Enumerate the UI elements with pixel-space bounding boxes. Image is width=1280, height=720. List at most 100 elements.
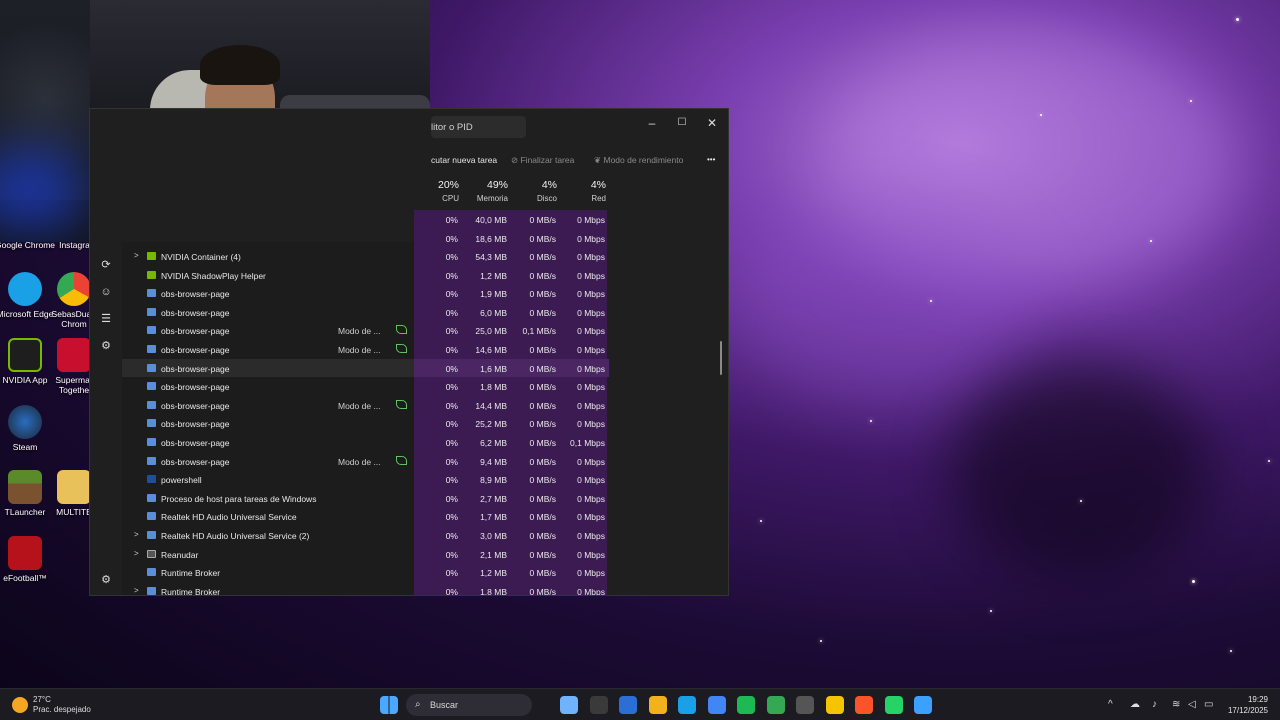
process-row[interactable]: obs-browser-page Modo de ... [122,340,414,359]
process-row[interactable]: obs-browser-page [122,284,414,303]
process-row[interactable]: NVIDIA ShadowPlay Helper [122,266,414,285]
network-value: 0 Mbps [577,326,605,337]
desktop-icon-steam[interactable]: Steam [0,405,55,452]
process-row[interactable]: obs-browser-page [122,303,414,322]
table-row[interactable]: 0% 18,6 MB 0 MB/s 0 Mbps [414,229,609,248]
chevron-right-icon[interactable]: > [134,586,139,595]
table-row[interactable]: 0% 3,0 MB 0 MB/s 0 Mbps [414,526,609,545]
desktop-icon-chrome[interactable]: Google Chrome [0,240,55,250]
taskbar-app-icon[interactable] [766,696,785,714]
table-row[interactable]: 0% 1,2 MB 0 MB/s 0 Mbps [414,266,609,285]
start-button[interactable] [380,696,398,714]
table-row[interactable]: 0% 1,6 MB 0 MB/s 0 Mbps [414,358,609,378]
table-row[interactable]: 0% 2,1 MB 0 MB/s 0 Mbps [414,545,609,564]
table-row[interactable]: 0% 1,2 MB 0 MB/s 0 Mbps [414,563,609,582]
network-value: 0 Mbps [577,363,605,374]
table-row[interactable]: 0% 1,8 MB 0 MB/s 0 Mbps [414,377,609,396]
weather-desc: Prac. despejado [33,705,91,714]
process-row[interactable]: Realtek HD Audio Universal Service [122,507,414,526]
minimize-button[interactable]: – [637,113,667,133]
taskbar-app-icon[interactable] [914,696,932,714]
process-row[interactable]: > Realtek HD Audio Universal Service (2) [122,526,414,545]
table-row[interactable]: 0% 9,4 MB 0 MB/s 0 Mbps [414,452,609,471]
process-row[interactable]: Runtime Broker [122,563,414,582]
process-row[interactable]: > NVIDIA Container (4) [122,247,414,266]
close-button[interactable]: ✕ [697,113,727,133]
chevron-up-icon[interactable]: ^ [1108,699,1113,710]
table-row[interactable]: 0% 40,0 MB 0 MB/s 0 Mbps [414,210,609,229]
cloud-icon[interactable]: ☁ [1130,699,1140,710]
maximize-button[interactable]: ☐ [667,113,697,133]
taskbar-app-icon[interactable] [678,696,696,714]
table-row[interactable]: 0% 25,2 MB 0 MB/s 0 Mbps [414,414,609,433]
taskbar-app-icon[interactable] [737,696,755,714]
services-icon[interactable]: ⚙ [100,340,112,352]
taskbar-app-icon[interactable] [855,696,873,714]
microphone-icon[interactable]: ♪ [1152,699,1157,710]
volume-icon[interactable]: ◁ [1188,699,1196,710]
table-row[interactable]: 0% 14,6 MB 0 MB/s 0 Mbps [414,340,609,359]
process-row[interactable]: obs-browser-page Modo de ... [122,452,414,471]
cpu-value: 0% [445,531,458,541]
table-row[interactable]: 0% 54,3 MB 0 MB/s 0 Mbps [414,247,609,266]
more-options-button[interactable]: ••• [707,155,715,164]
taskbar-app-icon[interactable] [648,696,667,714]
column-network[interactable]: 4% Red [571,179,606,203]
search-input[interactable]: litor o PID [431,116,526,138]
desktop-icon-efootball[interactable]: eFootball™ [0,536,55,583]
memory-value: 1,2 MB [480,568,507,579]
process-row[interactable]: obs-browser-page [122,414,414,433]
run-new-task-button[interactable]: cutar nueva tarea [431,155,497,165]
wifi-icon[interactable]: ≋ [1172,699,1180,710]
taskbar-app-icon[interactable] [619,696,637,714]
process-row[interactable]: obs-browser-page [122,358,414,378]
users-icon[interactable]: ☺ [100,286,112,298]
performance-icon[interactable]: ⟳ [100,259,112,271]
details-icon[interactable]: ☰ [100,313,112,325]
column-disk[interactable]: 4% Disco [521,179,557,203]
end-task-button[interactable]: ⊘ Finalizar tarea [511,155,574,166]
process-row[interactable]: obs-browser-page [122,377,414,396]
process-row[interactable]: powershell [122,470,414,489]
process-row[interactable]: obs-browser-page Modo de ... [122,321,414,340]
settings-icon[interactable]: ⚙ [100,574,112,586]
process-row[interactable]: > Reanudar [122,545,414,564]
table-row[interactable]: 0% 6,0 MB 0 MB/s 0 Mbps [414,303,609,322]
taskbar-app-icon[interactable] [707,696,726,714]
table-row[interactable]: 0% 6,2 MB 0 MB/s 0,1 Mbps [414,433,609,452]
table-row[interactable]: 0% 2,7 MB 0 MB/s 0 Mbps [414,489,609,508]
process-row[interactable]: Proceso de host para tareas de Windows [122,489,414,508]
table-row[interactable]: 0% 1,7 MB 0 MB/s 0 Mbps [414,507,609,526]
chevron-right-icon[interactable]: > [134,251,139,260]
process-status: Modo de ... [338,400,381,411]
process-row[interactable]: obs-browser-page [122,433,414,452]
chevron-right-icon[interactable]: > [134,530,139,539]
column-memory[interactable]: 49% Memoria [461,179,508,203]
table-row[interactable]: 0% 1,9 MB 0 MB/s 0 Mbps [414,284,609,303]
column-cpu[interactable]: 20% CPU [431,179,459,203]
taskbar-app-icon[interactable] [560,696,578,714]
scrollbar[interactable] [720,341,722,375]
process-row[interactable]: > Runtime Broker [122,582,414,595]
efficiency-mode-button[interactable]: ❦ Modo de rendimiento [594,155,683,166]
taskbar-app-icon[interactable] [589,696,608,714]
process-name: obs-browser-page [161,307,230,318]
weather-widget[interactable]: 27°C Prac. despejado [12,695,91,715]
network-value: 0 Mbps [577,512,605,523]
table-row[interactable]: 0% 25,0 MB 0,1 MB/s 0 Mbps [414,321,609,340]
taskbar-app-icon[interactable] [796,696,814,714]
memory-value: 1,7 MB [480,512,507,523]
table-row[interactable]: 0% 14,4 MB 0 MB/s 0 Mbps [414,396,609,415]
supermarket-icon [57,338,91,372]
efootball-icon [8,536,42,570]
process-row[interactable]: obs-browser-page Modo de ... [122,396,414,415]
taskbar-app-icon[interactable] [884,696,903,714]
taskbar-app-icon[interactable] [825,696,844,714]
clock[interactable]: 19:29 17/12/2025 [1228,694,1268,716]
battery-icon[interactable]: ▭ [1204,699,1213,710]
search-box[interactable]: ⌕ Buscar [406,694,532,716]
table-row[interactable]: 0% 8,9 MB 0 MB/s 0 Mbps [414,470,609,489]
process-icon [147,345,156,353]
table-row[interactable]: 0% 1,8 MB 0 MB/s 0 Mbps [414,582,609,595]
chevron-right-icon[interactable]: > [134,549,139,558]
